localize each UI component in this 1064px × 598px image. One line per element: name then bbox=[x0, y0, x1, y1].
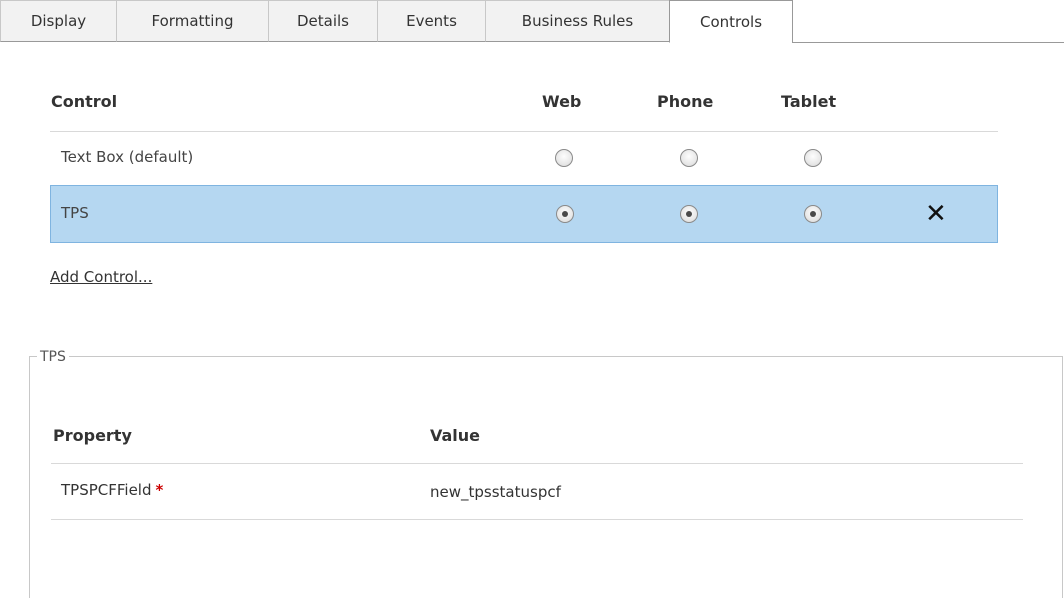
radio-selected-dot bbox=[810, 211, 816, 217]
column-header-web: Web bbox=[542, 92, 582, 111]
column-header-value: Value bbox=[430, 426, 481, 445]
radio-selected-dot bbox=[686, 211, 692, 217]
property-name-cell: TPSPCFField * bbox=[61, 481, 163, 499]
control-row-label: Text Box (default) bbox=[61, 148, 194, 166]
tab-controls[interactable]: Controls bbox=[669, 0, 793, 43]
radio-tablet-tps[interactable] bbox=[804, 205, 822, 223]
controls-header-row: Control Web Phone Tablet bbox=[50, 72, 998, 132]
control-row-label: TPS bbox=[61, 204, 89, 222]
divider bbox=[51, 463, 1023, 464]
tab-formatting[interactable]: Formatting bbox=[116, 0, 269, 42]
tab-baseline bbox=[792, 42, 1064, 43]
tab-business-rules[interactable]: Business Rules bbox=[485, 0, 670, 42]
close-x-icon[interactable]: ✕ bbox=[925, 199, 947, 229]
properties-fieldset bbox=[29, 356, 1063, 598]
tab-strip: Display Formatting Details Events Busine… bbox=[0, 0, 1064, 43]
radio-phone-text-box[interactable] bbox=[680, 149, 698, 167]
radio-tablet-text-box[interactable] bbox=[804, 149, 822, 167]
controls-table: Control Web Phone Tablet Text Box (defau… bbox=[50, 72, 998, 243]
tab-details[interactable]: Details bbox=[268, 0, 378, 42]
tab-events[interactable]: Events bbox=[377, 0, 486, 42]
column-header-phone: Phone bbox=[657, 92, 714, 111]
fieldset-legend: TPS bbox=[37, 349, 69, 365]
column-header-control: Control bbox=[51, 92, 118, 111]
control-row-tps[interactable]: TPS ✕ bbox=[50, 185, 998, 243]
column-header-tablet: Tablet bbox=[781, 92, 837, 111]
column-header-property: Property bbox=[53, 426, 132, 445]
radio-web-text-box[interactable] bbox=[555, 149, 573, 167]
radio-selected-dot bbox=[562, 211, 568, 217]
divider bbox=[51, 519, 1023, 520]
control-row-text-box[interactable]: Text Box (default) bbox=[50, 132, 998, 185]
tab-display[interactable]: Display bbox=[0, 0, 117, 42]
required-marker: * bbox=[155, 481, 164, 499]
radio-phone-tps[interactable] bbox=[680, 205, 698, 223]
property-name: TPSPCFField bbox=[61, 481, 152, 499]
control-properties-panel: Display Formatting Details Events Busine… bbox=[0, 0, 1064, 598]
add-control-link[interactable]: Add Control... bbox=[50, 268, 152, 286]
radio-web-tps[interactable] bbox=[556, 205, 574, 223]
property-value[interactable]: new_tpsstatuspcf bbox=[430, 483, 561, 501]
